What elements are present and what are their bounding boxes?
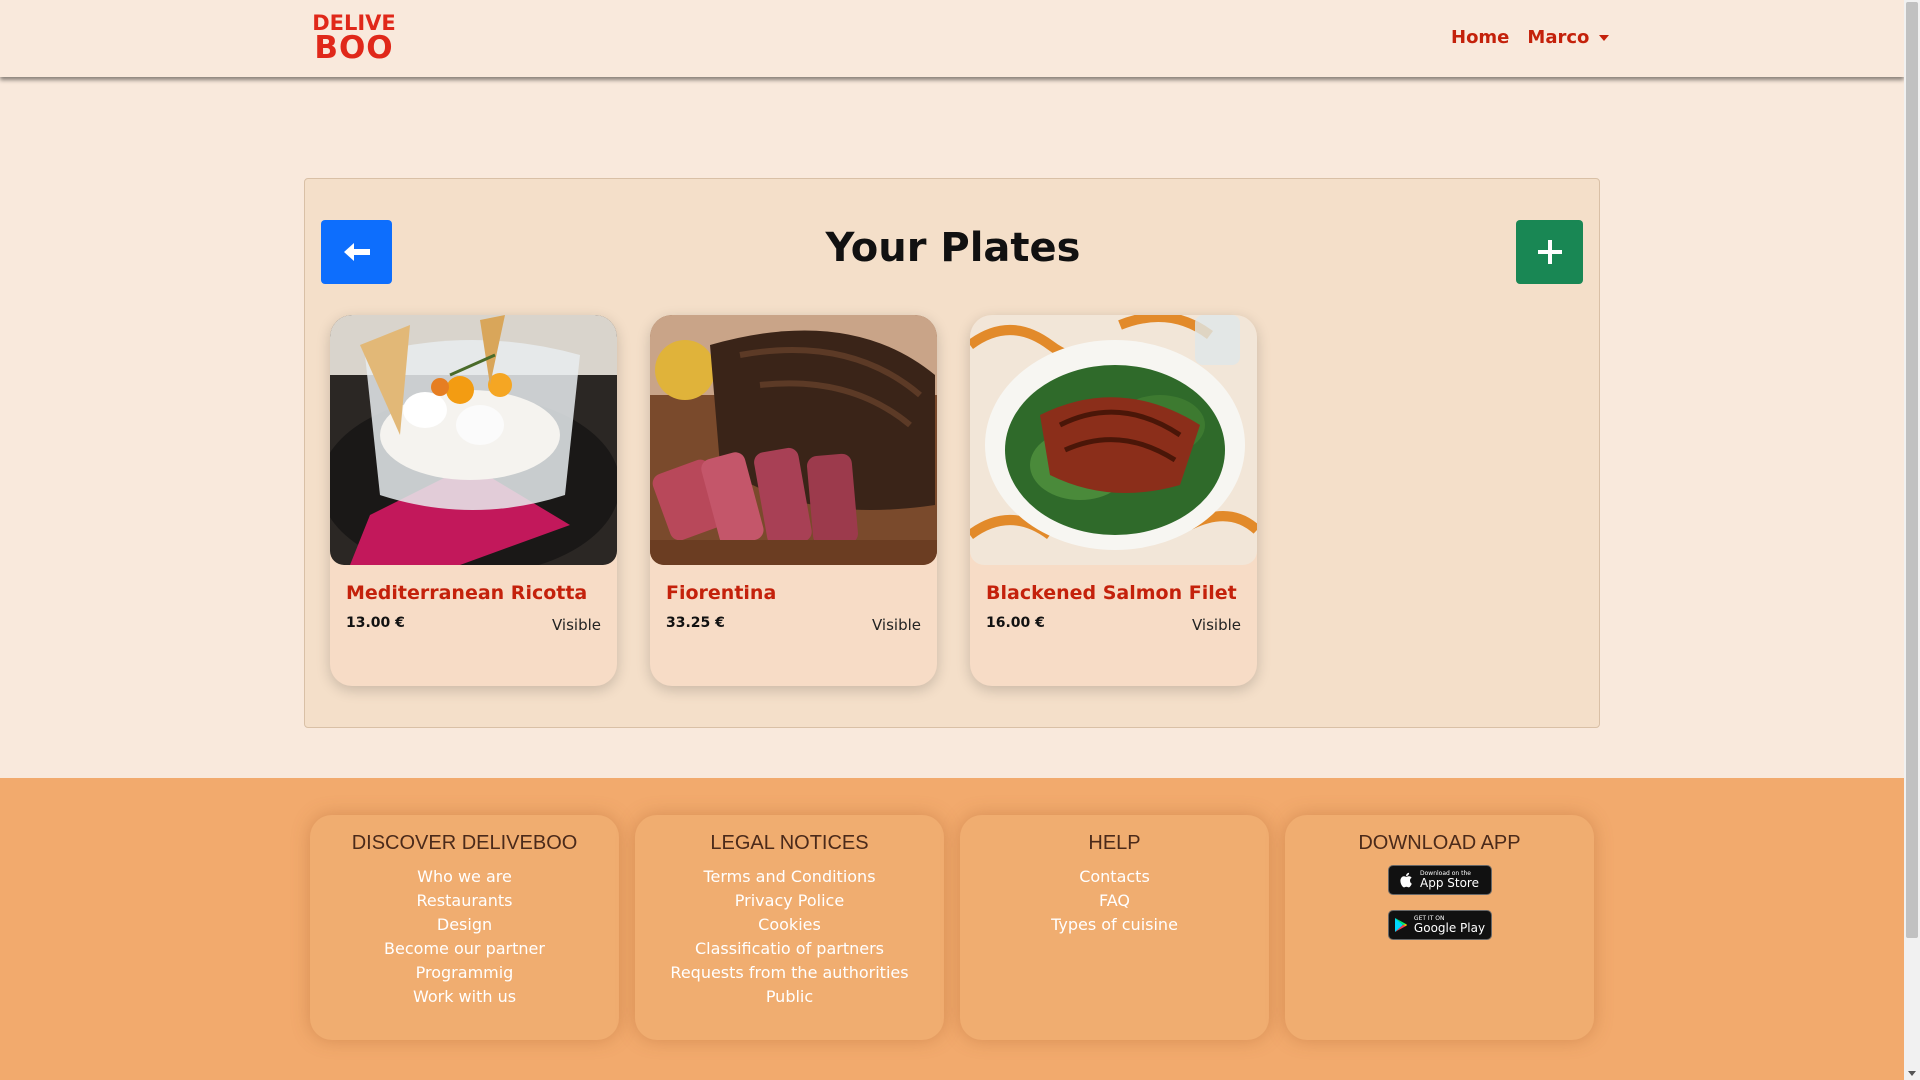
plate-image-salmon	[970, 315, 1257, 565]
plate-card[interactable]: Blackened Salmon Filet 16.00 € Visible	[970, 315, 1257, 686]
plus-icon	[1537, 240, 1562, 264]
footer-link[interactable]: FAQ	[960, 889, 1269, 913]
footer-link[interactable]: Classificatio of partners	[635, 937, 944, 961]
scrollbar-thumb[interactable]	[1906, 2, 1918, 938]
footer-link[interactable]: Who we are	[310, 865, 619, 889]
google-play-big-text: Google Play	[1413, 921, 1486, 935]
footer-column-discover: DISCOVER DELIVEBOO Who we are Restaurant…	[310, 815, 619, 1040]
user-name: Marco	[1527, 27, 1590, 48]
plate-card[interactable]: Mediterranean Ricotta 13.00 € Visible	[330, 315, 617, 686]
footer-column-title: LEGAL NOTICES	[710, 832, 869, 854]
plate-image-ricotta	[330, 315, 617, 565]
plate-name: Fiorentina	[666, 582, 777, 604]
apple-icon	[1400, 872, 1412, 888]
footer-column-title: DOWNLOAD APP	[1358, 832, 1521, 854]
plate-price: 16.00 €	[986, 615, 1045, 631]
plates-panel: Your Plates Mediterranean Ricotta 13.00 …	[304, 178, 1600, 728]
plate-visibility-status: Visible	[872, 616, 921, 634]
footer-link[interactable]: Privacy Police	[635, 889, 944, 913]
footer: DISCOVER DELIVEBOO Who we are Restaurant…	[0, 778, 1904, 1080]
plate-price: 33.25 €	[666, 615, 725, 631]
footer-link[interactable]: Programmig	[310, 961, 619, 985]
footer-link[interactable]: Requests from the authorities	[635, 961, 944, 985]
footer-link[interactable]: Types of cuisine	[960, 913, 1269, 937]
google-play-icon	[1394, 918, 1407, 932]
footer-column-title: HELP	[1088, 832, 1141, 854]
footer-link[interactable]: Terms and Conditions	[635, 865, 944, 889]
plate-visibility-status: Visible	[552, 616, 601, 634]
app-store-big-text: App Store	[1420, 876, 1479, 890]
footer-column-legal: LEGAL NOTICES Terms and Conditions Priva…	[635, 815, 944, 1040]
plate-name: Mediterranean Ricotta	[346, 582, 588, 604]
page-title: Your Plates	[825, 225, 1081, 271]
footer-column-help: HELP Contacts FAQ Types of cuisine	[960, 815, 1269, 1040]
app-store-badge[interactable]: Download on the App Store	[1387, 865, 1492, 895]
footer-link[interactable]: Contacts	[960, 865, 1269, 889]
plate-name: Blackened Salmon Filet	[986, 582, 1237, 604]
plate-price: 13.00 €	[346, 615, 405, 631]
plate-image-fiorentina	[650, 315, 937, 565]
deliveboo-logo[interactable]: DELIVE BOO	[303, 13, 405, 65]
google-play-badge[interactable]: GET IT ON Google Play	[1387, 910, 1492, 940]
caret-down-icon	[1599, 35, 1610, 41]
add-plate-button[interactable]	[1516, 220, 1583, 284]
scroll-down-arrow-icon[interactable]	[1908, 1071, 1916, 1076]
footer-link[interactable]: Become our partner	[310, 937, 619, 961]
plate-visibility-status: Visible	[1192, 616, 1241, 634]
footer-column-download: DOWNLOAD APP Download on the App Store G…	[1285, 815, 1594, 1040]
plates-list: Mediterranean Ricotta 13.00 € Visible Fi…	[330, 315, 1257, 686]
user-dropdown-toggle[interactable]: Marco	[1527, 27, 1610, 48]
nav-home-link[interactable]: Home	[1451, 27, 1509, 48]
navbar: DELIVE BOO Home Marco	[0, 0, 1904, 77]
footer-column-title: DISCOVER DELIVEBOO	[351, 832, 578, 854]
footer-link[interactable]: Public	[635, 985, 944, 1009]
plate-card[interactable]: Fiorentina 33.25 € Visible	[650, 315, 937, 686]
footer-link[interactable]: Work with us	[310, 985, 619, 1009]
nav-links: Home Marco	[1451, 27, 1610, 48]
footer-link[interactable]: Restaurants	[310, 889, 619, 913]
footer-link[interactable]: Design	[310, 913, 619, 937]
logo-line-2: BOO	[314, 30, 394, 67]
footer-link[interactable]: Cookies	[635, 913, 944, 937]
page-scrollbar[interactable]	[1904, 0, 1920, 1080]
